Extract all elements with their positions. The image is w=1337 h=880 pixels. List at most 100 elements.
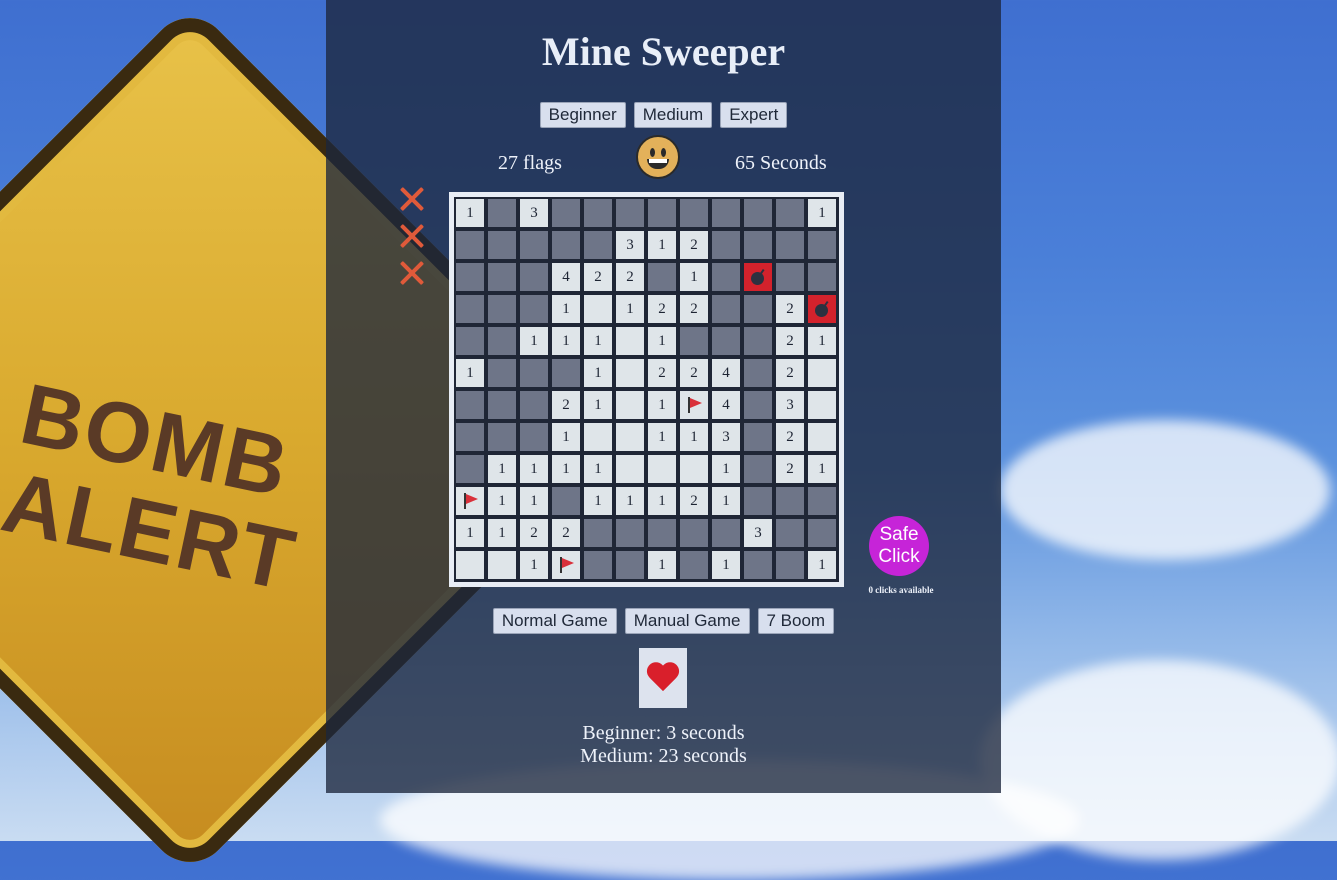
number-cell[interactable]: 1	[454, 517, 486, 549]
number-cell[interactable]: 2	[582, 261, 614, 293]
empty-cell[interactable]	[806, 389, 838, 421]
number-cell[interactable]: 3	[742, 517, 774, 549]
number-cell[interactable]: 2	[646, 357, 678, 389]
seven-boom-button[interactable]: 7 Boom	[757, 608, 835, 634]
number-cell[interactable]: 1	[710, 453, 742, 485]
hidden-cell[interactable]	[518, 293, 550, 325]
number-cell[interactable]: 4	[710, 357, 742, 389]
flagged-cell[interactable]	[678, 389, 710, 421]
empty-cell[interactable]	[614, 325, 646, 357]
number-cell[interactable]: 2	[550, 517, 582, 549]
hidden-cell[interactable]	[582, 549, 614, 581]
hidden-cell[interactable]	[518, 261, 550, 293]
beginner-button[interactable]: Beginner	[539, 102, 626, 128]
hidden-cell[interactable]	[742, 421, 774, 453]
number-cell[interactable]: 1	[518, 453, 550, 485]
empty-cell[interactable]	[678, 453, 710, 485]
empty-cell[interactable]	[614, 389, 646, 421]
hidden-cell[interactable]	[646, 517, 678, 549]
hidden-cell[interactable]	[774, 549, 806, 581]
number-cell[interactable]: 1	[806, 197, 838, 229]
number-cell[interactable]: 1	[550, 293, 582, 325]
hidden-cell[interactable]	[678, 549, 710, 581]
hidden-cell[interactable]	[454, 453, 486, 485]
number-cell[interactable]: 4	[710, 389, 742, 421]
number-cell[interactable]: 1	[646, 229, 678, 261]
empty-cell[interactable]	[806, 421, 838, 453]
hidden-cell[interactable]	[806, 517, 838, 549]
number-cell[interactable]: 4	[550, 261, 582, 293]
mine-cell[interactable]	[742, 261, 774, 293]
hidden-cell[interactable]	[454, 261, 486, 293]
number-cell[interactable]: 1	[646, 325, 678, 357]
flagged-cell[interactable]	[550, 549, 582, 581]
hidden-cell[interactable]	[774, 517, 806, 549]
number-cell[interactable]: 1	[550, 453, 582, 485]
number-cell[interactable]: 1	[486, 517, 518, 549]
hidden-cell[interactable]	[582, 197, 614, 229]
hidden-cell[interactable]	[774, 197, 806, 229]
empty-cell[interactable]	[486, 549, 518, 581]
number-cell[interactable]: 1	[710, 549, 742, 581]
number-cell[interactable]: 1	[518, 549, 550, 581]
safe-click-button[interactable]: Safe Click	[869, 516, 929, 576]
hidden-cell[interactable]	[678, 517, 710, 549]
hidden-cell[interactable]	[710, 325, 742, 357]
hidden-cell[interactable]	[486, 325, 518, 357]
empty-cell[interactable]	[646, 453, 678, 485]
hidden-cell[interactable]	[646, 261, 678, 293]
number-cell[interactable]: 1	[518, 485, 550, 517]
hidden-cell[interactable]	[454, 229, 486, 261]
empty-cell[interactable]	[454, 549, 486, 581]
number-cell[interactable]: 2	[774, 421, 806, 453]
hidden-cell[interactable]	[614, 549, 646, 581]
number-cell[interactable]: 1	[646, 421, 678, 453]
number-cell[interactable]: 1	[614, 485, 646, 517]
hidden-cell[interactable]	[742, 325, 774, 357]
number-cell[interactable]: 3	[614, 229, 646, 261]
hidden-cell[interactable]	[550, 357, 582, 389]
hidden-cell[interactable]	[710, 261, 742, 293]
hidden-cell[interactable]	[678, 197, 710, 229]
number-cell[interactable]: 1	[646, 485, 678, 517]
hidden-cell[interactable]	[742, 389, 774, 421]
hidden-cell[interactable]	[518, 357, 550, 389]
number-cell[interactable]: 1	[806, 549, 838, 581]
hidden-cell[interactable]	[614, 197, 646, 229]
empty-cell[interactable]	[582, 421, 614, 453]
hidden-cell[interactable]	[486, 229, 518, 261]
number-cell[interactable]: 2	[774, 293, 806, 325]
empty-cell[interactable]	[582, 293, 614, 325]
normal-game-button[interactable]: Normal Game	[492, 608, 617, 634]
number-cell[interactable]: 2	[774, 453, 806, 485]
number-cell[interactable]: 1	[454, 357, 486, 389]
number-cell[interactable]: 1	[806, 325, 838, 357]
hidden-cell[interactable]	[742, 229, 774, 261]
smiley-face-icon[interactable]	[636, 135, 680, 179]
number-cell[interactable]: 1	[550, 421, 582, 453]
hidden-cell[interactable]	[582, 517, 614, 549]
number-cell[interactable]: 2	[646, 293, 678, 325]
hidden-cell[interactable]	[454, 325, 486, 357]
number-cell[interactable]: 2	[614, 261, 646, 293]
hidden-cell[interactable]	[774, 229, 806, 261]
hidden-cell[interactable]	[678, 325, 710, 357]
number-cell[interactable]: 1	[550, 325, 582, 357]
number-cell[interactable]: 2	[678, 485, 710, 517]
empty-cell[interactable]	[614, 357, 646, 389]
hidden-cell[interactable]	[710, 517, 742, 549]
hidden-cell[interactable]	[806, 261, 838, 293]
mine-cell[interactable]	[806, 293, 838, 325]
number-cell[interactable]: 2	[678, 229, 710, 261]
hidden-cell[interactable]	[774, 485, 806, 517]
empty-cell[interactable]	[806, 357, 838, 389]
number-cell[interactable]: 1	[678, 421, 710, 453]
hidden-cell[interactable]	[742, 197, 774, 229]
manual-game-button[interactable]: Manual Game	[624, 608, 750, 634]
hidden-cell[interactable]	[806, 229, 838, 261]
hidden-cell[interactable]	[486, 293, 518, 325]
flagged-cell[interactable]	[454, 485, 486, 517]
hidden-cell[interactable]	[454, 421, 486, 453]
number-cell[interactable]: 1	[518, 325, 550, 357]
hidden-cell[interactable]	[518, 421, 550, 453]
